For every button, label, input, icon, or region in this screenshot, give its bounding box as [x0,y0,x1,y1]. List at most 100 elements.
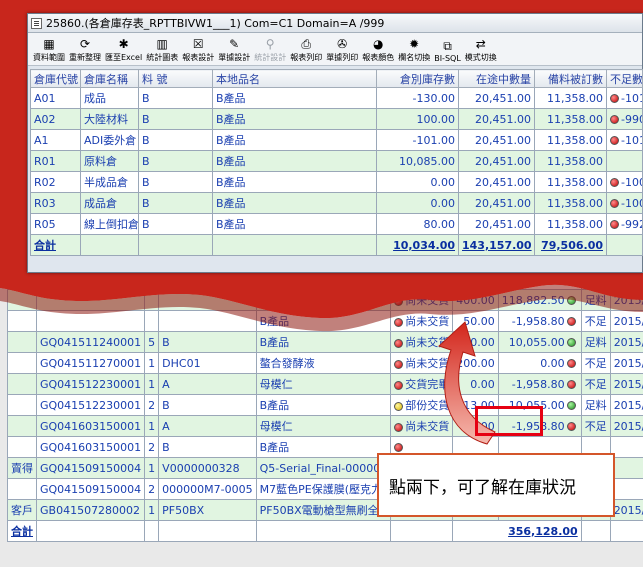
toolbar-button-form-design[interactable]: ✎ 單據設計 [217,38,251,63]
window-titlebar[interactable]: 25860.(各倉庫存表_RPTTBIVW1___1) Com=C1 Domai… [28,14,642,33]
bg-cell-date[interactable] [609,436,643,458]
bg-cell-item[interactable]: A [158,373,257,395]
cell-stock[interactable]: 10,085.00 [376,150,459,172]
bg-cell-date[interactable]: 2015/1 [609,373,643,395]
bg-cell-group[interactable] [7,478,37,500]
cell-name[interactable]: 半成品倉 [80,171,139,193]
bg-cell-name[interactable]: B產品 [255,436,392,458]
cell-reserved[interactable]: 11,358.00 [534,213,607,235]
bg-cell-group[interactable]: 客戶 [7,499,37,521]
bg-cell-flag[interactable]: 足料 [580,394,611,416]
cell-reserved[interactable]: 11,358.00 [534,150,607,172]
bg-cell-group[interactable] [7,394,37,416]
cell-stock[interactable]: -130.00 [376,87,459,109]
bg-cell-order[interactable]: GQ041603150001 [35,415,146,437]
col-header-shortage[interactable]: 不足數 [606,69,643,88]
cell-short[interactable] [606,150,643,172]
cell-code[interactable]: A01 [30,87,81,109]
bg-cell-qty[interactable]: 2 [144,436,160,458]
cell-item[interactable]: B [138,150,213,172]
cell-transit[interactable]: 20,451.00 [458,192,535,214]
bg-cell-name[interactable]: 母模仁 [255,373,392,395]
cell-code[interactable]: R03 [30,192,81,214]
bg-cell-date[interactable]: 2015/1 [609,394,643,416]
cell-transit[interactable]: 20,451.00 [458,213,535,235]
table-row[interactable]: A01 成品 B B產品 -130.00 20,451.00 11,358.00 -10130 [30,87,643,109]
cell-reserved[interactable]: 11,358.00 [534,171,607,193]
toolbar-button-report-print[interactable]: ⎙ 報表列印 [289,38,323,63]
cell-code[interactable]: R05 [30,213,81,235]
cell-name[interactable]: 成品倉 [80,192,139,214]
cell-item[interactable]: B [138,171,213,193]
bg-cell-balance[interactable]: -1,958.80 [497,373,582,395]
bg-cell-group[interactable] [7,436,37,458]
cell-code[interactable]: A1 [30,129,81,151]
bg-cell-date[interactable]: 2015/1 [609,352,643,374]
toolbar-button-stat-design[interactable]: ⚲ 統計設計 [253,38,287,63]
cell-reserved[interactable]: 11,358.00 [534,108,607,130]
table-row[interactable]: R01 原料倉 B B產品 10,085.00 20,451.00 11,358.00 [30,150,643,172]
cell-stock[interactable]: 100.00 [376,108,459,130]
table-row[interactable]: R02 半成品倉 B B產品 0.00 20,451.00 11,358.00 -10000 [30,171,643,193]
bg-cell-name[interactable]: Q5-Serial_Final-000000 [255,457,392,479]
cell-transit[interactable]: 20,451.00 [458,108,535,130]
cell-short[interactable]: -9900 [606,108,643,130]
bg-cell-item[interactable]: B [158,394,257,416]
cell-transit[interactable]: 20,451.00 [458,87,535,109]
cell-stock[interactable]: 0.00 [376,171,459,193]
bg-cell-item[interactable]: DHC01 [158,352,257,374]
bg-cell-qty[interactable]: 1 [144,352,160,374]
cell-reserved[interactable]: 11,358.00 [534,129,607,151]
cell-name[interactable]: 線上倒扣倉 [80,213,139,235]
bg-cell-group[interactable] [7,373,37,395]
table-row[interactable]: GQ041511270001 1 DHC01 螯合發酵液 尚未交貨 200.00 0.00 不… [7,352,643,374]
bg-cell-order[interactable]: GB041507280002 [35,499,146,521]
cell-stock[interactable]: -101.00 [376,129,459,151]
bg-cell-order[interactable]: GQ041509150004 [35,457,146,479]
cell-item[interactable]: B [138,87,213,109]
table-row[interactable]: GQ041512230001 2 B B產品 部份交貨 13.00 10,055.00 足料 2… [7,394,643,416]
bg-cell-item[interactable]: PF50BX [158,499,257,521]
bg-cell-order[interactable]: GQ041512230001 [35,373,146,395]
bg-cell-date[interactable] [609,457,643,479]
cell-name[interactable]: 大陸材料 [80,108,139,130]
bg-cell-group[interactable]: 賣得 [7,457,37,479]
bg-cell-date[interactable]: 2015/7 [609,499,643,521]
cell-transit[interactable]: 20,451.00 [458,129,535,151]
table-row[interactable]: GQ041512230001 1 A 母模仁 交貨完畢 0.00 -1,958.80 不足 20… [7,373,643,395]
cell-code[interactable]: R01 [30,150,81,172]
cell-short[interactable]: -10101 [606,129,643,151]
cell-name[interactable]: 成品 [80,87,139,109]
toolbar-button-color[interactable]: ◕ 報表顏色 [361,38,395,63]
bg-cell-date[interactable]: 2015/1 [609,415,643,437]
toolbar-button-chart[interactable]: ▥ 統計圖表 [145,38,179,63]
cell-name[interactable]: ADI委外倉 [80,129,139,151]
bg-cell-name[interactable]: M7藍色PE保護膜(壓克力 [255,478,392,500]
cell-local[interactable]: B產品 [212,213,377,235]
bg-cell-order[interactable]: GQ041511270001 [35,352,146,374]
bg-cell-item[interactable]: B [158,436,257,458]
cell-local[interactable]: B產品 [212,171,377,193]
col-header-item-no[interactable]: 料 號 [138,69,213,88]
bg-cell-name[interactable]: B產品 [255,394,392,416]
cell-short[interactable]: -9920 [606,213,643,235]
cell-transit[interactable]: 20,451.00 [458,150,535,172]
col-header-warehouse-code[interactable]: 倉庫代號 [30,69,81,88]
table-row[interactable]: A02 大陸材料 B B產品 100.00 20,451.00 11,358.00 -9900 [30,108,643,130]
cell-transit[interactable]: 20,451.00 [458,171,535,193]
table-row[interactable]: R03 成品倉 B B產品 0.00 20,451.00 11,358.00 -10000 [30,192,643,214]
toolbar-button-bi-sql[interactable]: ⧉ BI-SQL [433,40,462,64]
bg-cell-order[interactable]: GQ041603150001 [35,436,146,458]
bg-cell-qty[interactable]: 2 [144,394,160,416]
cell-code[interactable]: A02 [30,108,81,130]
cell-stock[interactable]: 0.00 [376,192,459,214]
bg-cell-item[interactable]: 000000M7-0005 [158,478,257,500]
bg-cell-order[interactable]: GQ041512230001 [35,394,146,416]
bg-cell-date[interactable] [609,478,643,500]
toolbar-button-excel[interactable]: ✱ 匯至Excel [104,38,143,63]
col-header-reserved[interactable]: 備料被訂數 [534,69,607,88]
bg-cell-group[interactable] [7,415,37,437]
bg-cell-qty[interactable]: 1 [144,457,160,479]
cell-name[interactable]: 原料倉 [80,150,139,172]
bg-cell-order[interactable]: GQ041509150004 [35,478,146,500]
